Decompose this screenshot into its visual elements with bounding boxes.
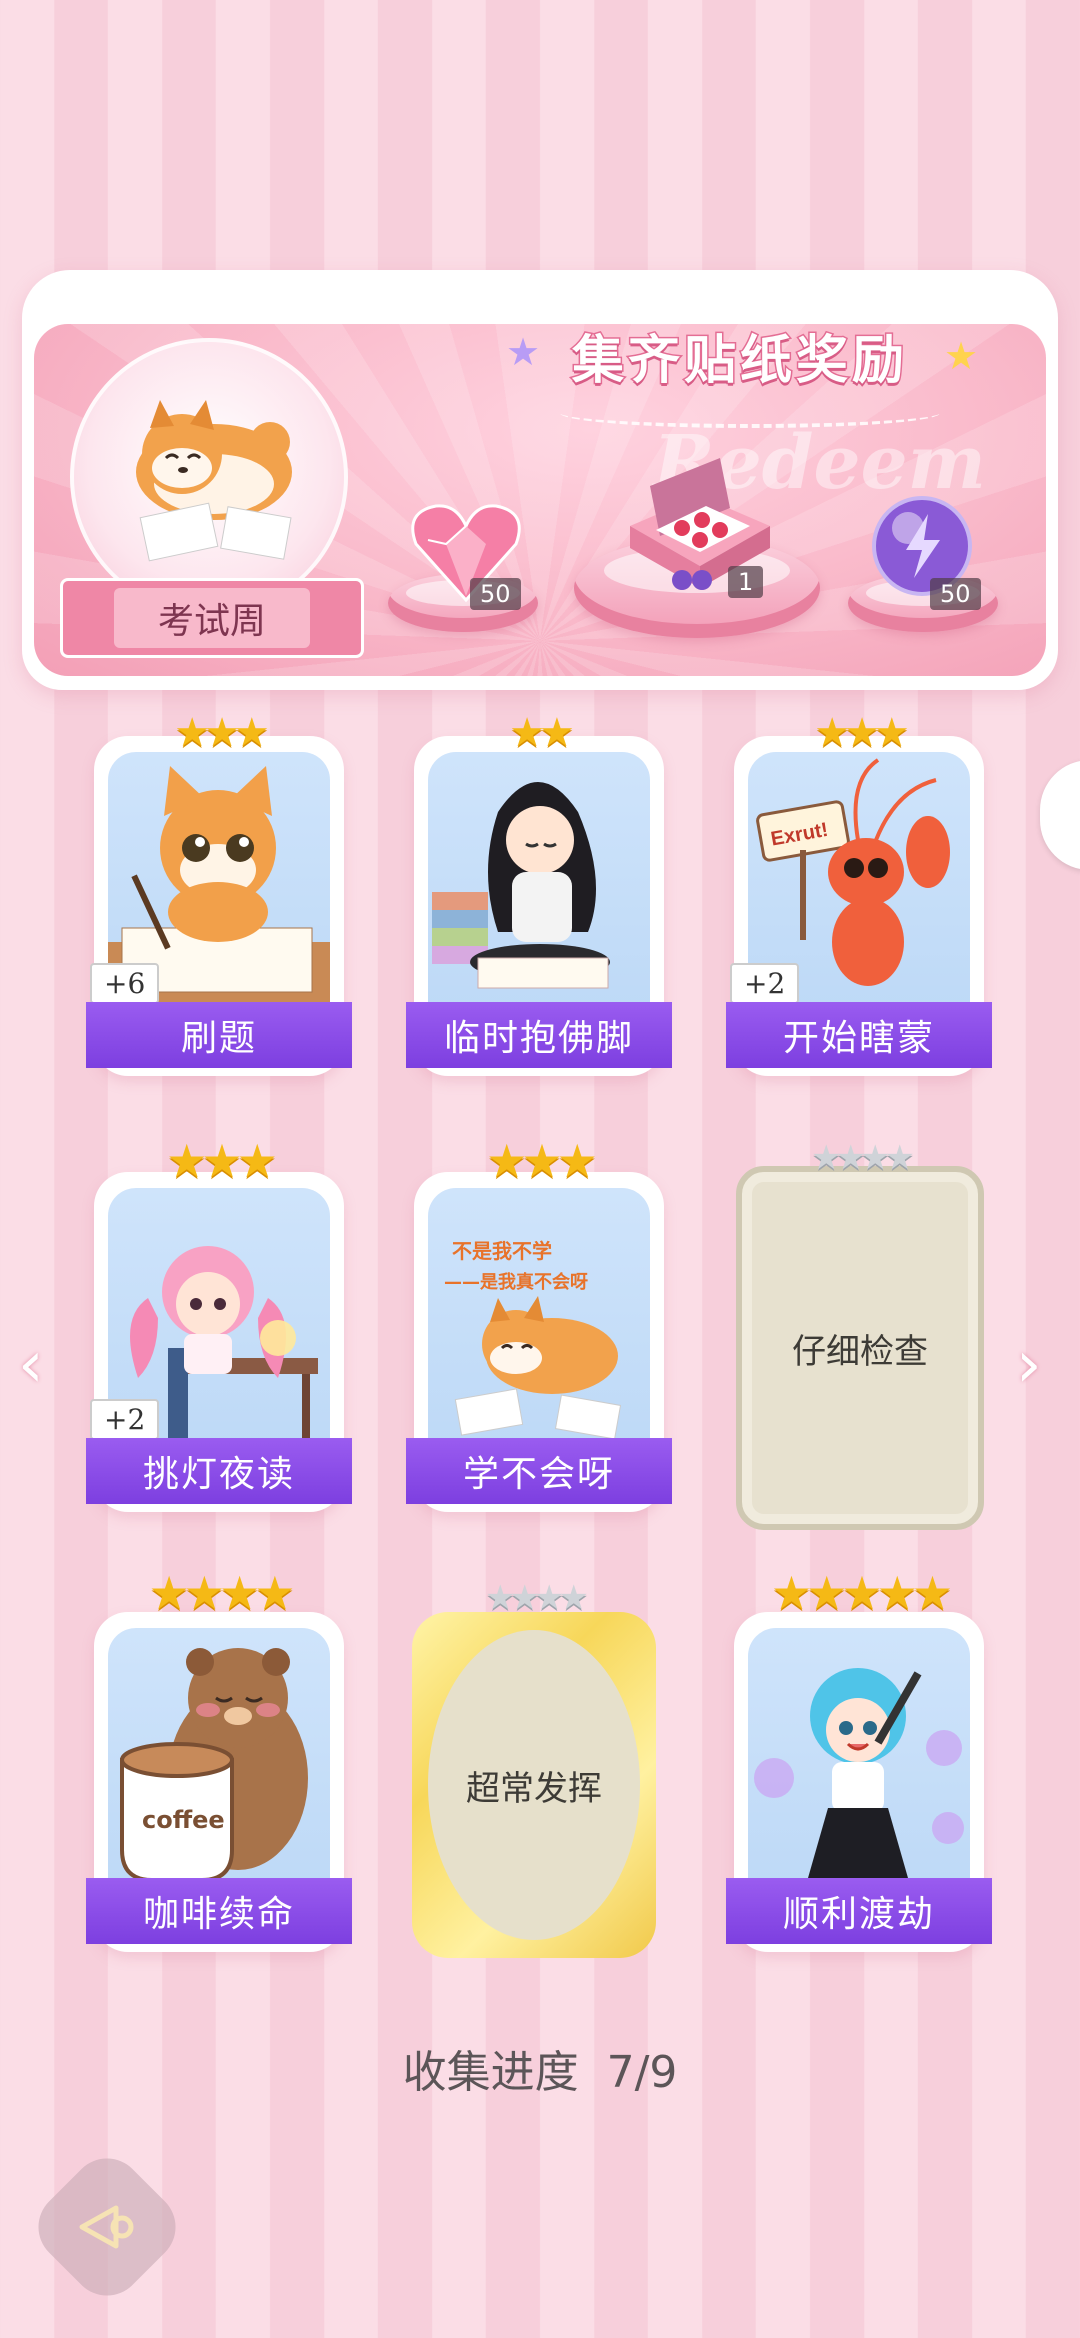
star-rating: ★★★★ (485, 1578, 589, 1618)
sticker-card[interactable]: ★★★ +2 挑灯夜读 (86, 1134, 352, 1512)
sticker-label: 临时抱佛脚 (406, 1002, 672, 1068)
locked-oval: 超常发挥 (428, 1630, 640, 1940)
star-rating: ★★ (509, 710, 575, 756)
star-rating: ★★★ (166, 1134, 278, 1188)
locked-sticker-card[interactable]: ★★★★ 超常发挥 (412, 1578, 656, 1958)
sticker-card[interactable]: ★★★★★ 顺利渡劫 (726, 1566, 992, 1952)
sticker-image (748, 1628, 970, 1912)
reward-count: 50 (470, 578, 521, 610)
sticker-image (428, 752, 650, 1036)
shiba-crying-icon: 不是我不学 ——是我真不会呀 (444, 1239, 622, 1440)
back-button[interactable] (23, 2143, 191, 2311)
theme-label: 考试周 (113, 588, 310, 648)
bonus-badge: +2 (90, 1399, 160, 1440)
blue-hair-girl-icon (754, 1668, 964, 1878)
theme-ribbon: 考试周 (60, 578, 364, 658)
next-page-arrow-icon[interactable]: › (1016, 1328, 1042, 1402)
shiba-icon (136, 400, 292, 562)
sticker-card[interactable]: ★★★★ coffee 咖啡续命 (86, 1566, 352, 1952)
sticker-label: 咖啡续命 (86, 1878, 352, 1944)
star-rating: ★★★★ (811, 1138, 915, 1178)
locked-sticker-card[interactable]: ★★★★ 仔细检查 (736, 1138, 984, 1530)
collection-progress: 收集进度 7/9 (0, 2036, 1080, 2100)
girl-reading-icon (432, 782, 610, 989)
sticker-label: 挑灯夜读 (86, 1438, 352, 1504)
sticker-card[interactable]: ★★★ Exrut! +2 开始瞎蒙 (726, 710, 992, 1076)
star-icon: ★ (506, 330, 541, 374)
banner-title-wrap: 集齐贴纸奖励 (520, 310, 960, 400)
bonus-badge: +6 (90, 963, 160, 1004)
sticker-label: 刷题 (86, 1002, 352, 1068)
reward-count: 1 (728, 566, 764, 598)
theme-portrait (70, 338, 348, 616)
title-dash-decoration (560, 398, 940, 428)
star-rating: ★★★ (486, 1134, 598, 1188)
dog-caption-line1: 不是我不学 (452, 1239, 552, 1263)
progress-label: 收集进度 (402, 2047, 579, 2098)
locked-sticker-label: 超常发挥 (466, 1768, 602, 1809)
reward-count: 50 (930, 578, 981, 610)
sticker-card[interactable]: ★★★ 不是我不学 ——是我真不会呀 学不会呀 (406, 1134, 672, 1512)
previous-page-arrow-icon[interactable]: ‹ (18, 1328, 44, 1402)
banner-title: 集齐贴纸奖励 (570, 329, 908, 392)
sticker-image: coffee (108, 1628, 330, 1912)
progress-value: 7/9 (606, 2047, 678, 2098)
sticker-label: 开始瞎蒙 (726, 1002, 992, 1068)
star-rating: ★★★★ (148, 1566, 296, 1620)
sticker-label: 学不会呀 (406, 1438, 672, 1504)
star-rating: ★★★★★ (770, 1566, 953, 1620)
otter-coffee-icon: coffee (120, 1648, 308, 1882)
side-tab-peek[interactable] (1040, 760, 1080, 870)
dog-caption-line2: ——是我真不会呀 (444, 1271, 588, 1293)
locked-sticker-label: 仔细检查 (792, 1331, 928, 1372)
star-icon: ★ (944, 334, 979, 378)
coffee-cup-text: coffee (142, 1806, 225, 1834)
star-rating: ★★★ (174, 710, 270, 756)
sticker-card[interactable]: ★★★ +6 刷题 (86, 710, 352, 1076)
sticker-label: 顺利渡劫 (726, 1878, 992, 1944)
back-arrow-icon (79, 2205, 134, 2249)
sticker-card[interactable]: ★★ 临时抱佛脚 (406, 710, 672, 1076)
sticker-image: 不是我不学 ——是我真不会呀 (428, 1188, 650, 1472)
star-rating: ★★★ (814, 710, 910, 756)
bonus-badge: +2 (730, 963, 800, 1004)
